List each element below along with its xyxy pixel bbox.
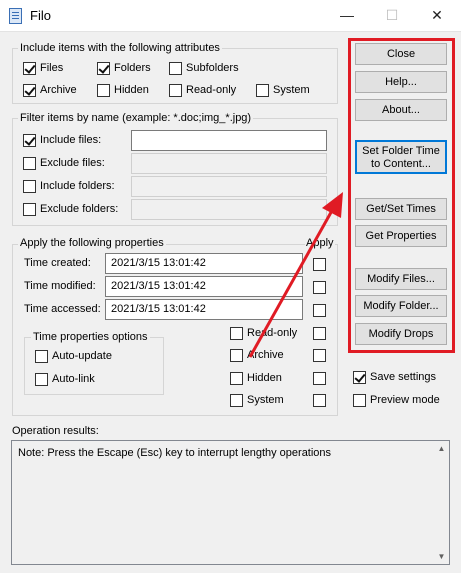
annotation-arrow-head <box>322 192 343 218</box>
annotation-arrow-shaft <box>248 206 336 358</box>
annotation-arrow-icon <box>248 192 343 358</box>
